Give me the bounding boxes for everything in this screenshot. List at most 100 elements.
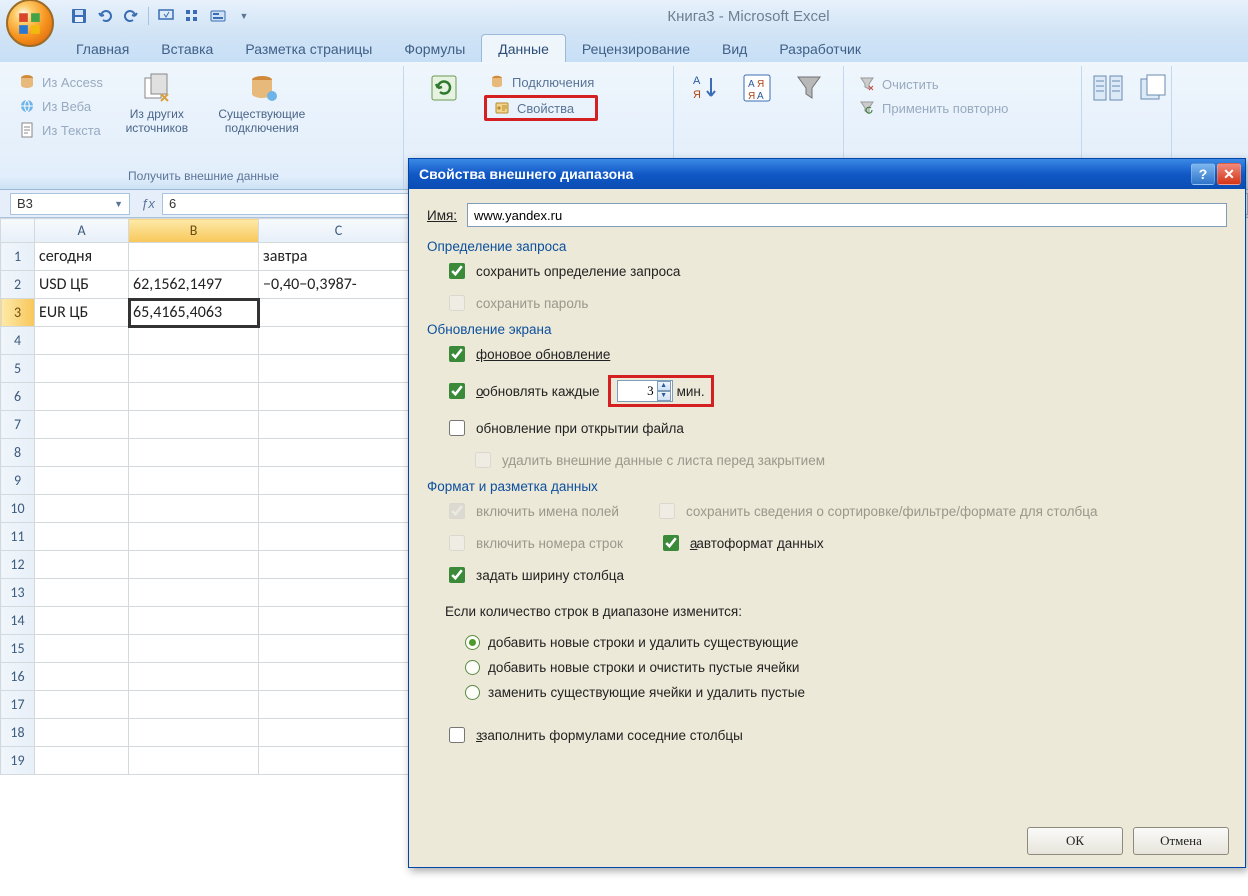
cell[interactable] xyxy=(259,495,419,523)
cell[interactable] xyxy=(35,607,129,635)
cell[interactable] xyxy=(129,579,259,607)
chk-adjust-col-width[interactable]: задать ширину столбца xyxy=(445,564,1227,586)
cell[interactable] xyxy=(129,551,259,579)
tab-home[interactable]: Главная xyxy=(60,35,145,62)
cell[interactable] xyxy=(129,747,259,775)
cell[interactable] xyxy=(259,299,419,327)
from-web-button[interactable]: Из Веба xyxy=(14,95,107,117)
fx-button[interactable]: ƒx xyxy=(138,194,158,214)
clear-filter-button[interactable]: Очистить xyxy=(854,73,1012,95)
from-text-button[interactable]: Из Текста xyxy=(14,119,107,141)
cancel-button[interactable]: Отмена xyxy=(1133,827,1229,855)
tab-data[interactable]: Данные xyxy=(481,34,566,62)
cell[interactable] xyxy=(259,691,419,719)
cell[interactable] xyxy=(35,691,129,719)
tab-formulas[interactable]: Формулы xyxy=(388,35,481,62)
existing-connections-button[interactable]: Существующие подключения xyxy=(207,69,317,136)
row-header[interactable]: 11 xyxy=(1,523,35,551)
remove-duplicates-button[interactable] xyxy=(1136,69,1170,105)
name-box[interactable]: B3 ▼ xyxy=(10,193,130,215)
cell[interactable] xyxy=(35,719,129,747)
cell[interactable] xyxy=(35,663,129,691)
cell[interactable] xyxy=(35,747,129,775)
qat-dropdown-icon[interactable]: ▼ xyxy=(233,5,255,27)
row-header[interactable]: 17 xyxy=(1,691,35,719)
reapply-filter-button[interactable]: Применить повторно xyxy=(854,97,1012,119)
close-button[interactable]: ✕ xyxy=(1217,163,1241,185)
cell[interactable]: 62,1562,1497 xyxy=(129,271,259,299)
filter-button[interactable] xyxy=(788,69,830,105)
sort-button[interactable]: АЯЯА xyxy=(736,69,778,105)
from-other-sources-button[interactable]: Из других источников xyxy=(117,69,197,136)
sort-asc-button[interactable]: АЯ xyxy=(684,69,726,105)
select-all-corner[interactable] xyxy=(1,219,35,243)
cell[interactable]: USD ЦБ xyxy=(35,271,129,299)
cell[interactable] xyxy=(35,523,129,551)
cell[interactable]: EUR ЦБ xyxy=(35,299,129,327)
cell[interactable] xyxy=(129,523,259,551)
cell[interactable] xyxy=(259,719,419,747)
cell[interactable]: 65,4165,4063 xyxy=(129,299,259,327)
cell[interactable] xyxy=(259,551,419,579)
ok-button[interactable]: ОК xyxy=(1027,827,1123,855)
cell[interactable] xyxy=(129,411,259,439)
cell[interactable] xyxy=(259,327,419,355)
chk-fill-formulas[interactable]: ззаполнить формулами соседние столбцы xyxy=(445,724,1227,746)
cell[interactable] xyxy=(259,635,419,663)
connections-button[interactable]: Подключения xyxy=(484,71,598,93)
spinner-buttons[interactable]: ▲▼ xyxy=(657,381,671,401)
cell[interactable] xyxy=(35,635,129,663)
cell[interactable]: сегодня xyxy=(35,243,129,271)
spin-down-icon[interactable]: ▼ xyxy=(657,391,671,401)
dialog-titlebar[interactable]: Свойства внешнего диапазона ? ✕ xyxy=(409,159,1245,189)
row-header[interactable]: 2 xyxy=(1,271,35,299)
cell[interactable] xyxy=(259,523,419,551)
chk-refresh-on-open[interactable]: обновление при открытии файла xyxy=(445,417,1227,439)
row-header[interactable]: 8 xyxy=(1,439,35,467)
row-header[interactable]: 6 xyxy=(1,383,35,411)
row-header[interactable]: 10 xyxy=(1,495,35,523)
cell[interactable] xyxy=(129,467,259,495)
cell[interactable] xyxy=(35,383,129,411)
row-header[interactable]: 9 xyxy=(1,467,35,495)
row-header[interactable]: 19 xyxy=(1,747,35,775)
tab-insert[interactable]: Вставка xyxy=(145,35,229,62)
cell[interactable] xyxy=(129,607,259,635)
cell[interactable] xyxy=(129,327,259,355)
row-header[interactable]: 3 xyxy=(1,299,35,327)
tab-view[interactable]: Вид xyxy=(706,35,763,62)
cell[interactable] xyxy=(129,439,259,467)
cell[interactable] xyxy=(129,383,259,411)
cell[interactable] xyxy=(259,355,419,383)
radio-add-delete[interactable]: добавить новые строки и удалить существу… xyxy=(465,635,1227,650)
row-header[interactable]: 7 xyxy=(1,411,35,439)
redo-icon[interactable] xyxy=(120,5,142,27)
cell[interactable] xyxy=(35,327,129,355)
cell[interactable] xyxy=(129,355,259,383)
cell[interactable] xyxy=(259,663,419,691)
cell[interactable] xyxy=(35,355,129,383)
cell[interactable]: −0,40−0,3987- xyxy=(259,271,419,299)
chevron-down-icon[interactable]: ▼ xyxy=(114,199,123,209)
qat-icon-1[interactable] xyxy=(155,5,177,27)
cell[interactable] xyxy=(35,495,129,523)
row-header[interactable]: 5 xyxy=(1,355,35,383)
cell[interactable] xyxy=(35,579,129,607)
tab-developer[interactable]: Разработчик xyxy=(763,35,877,62)
save-icon[interactable] xyxy=(68,5,90,27)
cell[interactable] xyxy=(129,691,259,719)
help-button[interactable]: ? xyxy=(1191,163,1215,185)
refresh-all-button[interactable] xyxy=(414,69,474,105)
qat-icon-3[interactable] xyxy=(207,5,229,27)
cell[interactable] xyxy=(259,747,419,775)
cell[interactable] xyxy=(35,467,129,495)
undo-icon[interactable] xyxy=(94,5,116,27)
radio-replace[interactable]: заменить существующие ячейки и удалить п… xyxy=(465,685,1227,700)
col-header-B[interactable]: B xyxy=(129,219,259,243)
row-header[interactable]: 18 xyxy=(1,719,35,747)
cell[interactable] xyxy=(259,467,419,495)
cell[interactable] xyxy=(259,411,419,439)
row-header[interactable]: 15 xyxy=(1,635,35,663)
row-header[interactable]: 13 xyxy=(1,579,35,607)
cell[interactable] xyxy=(129,663,259,691)
